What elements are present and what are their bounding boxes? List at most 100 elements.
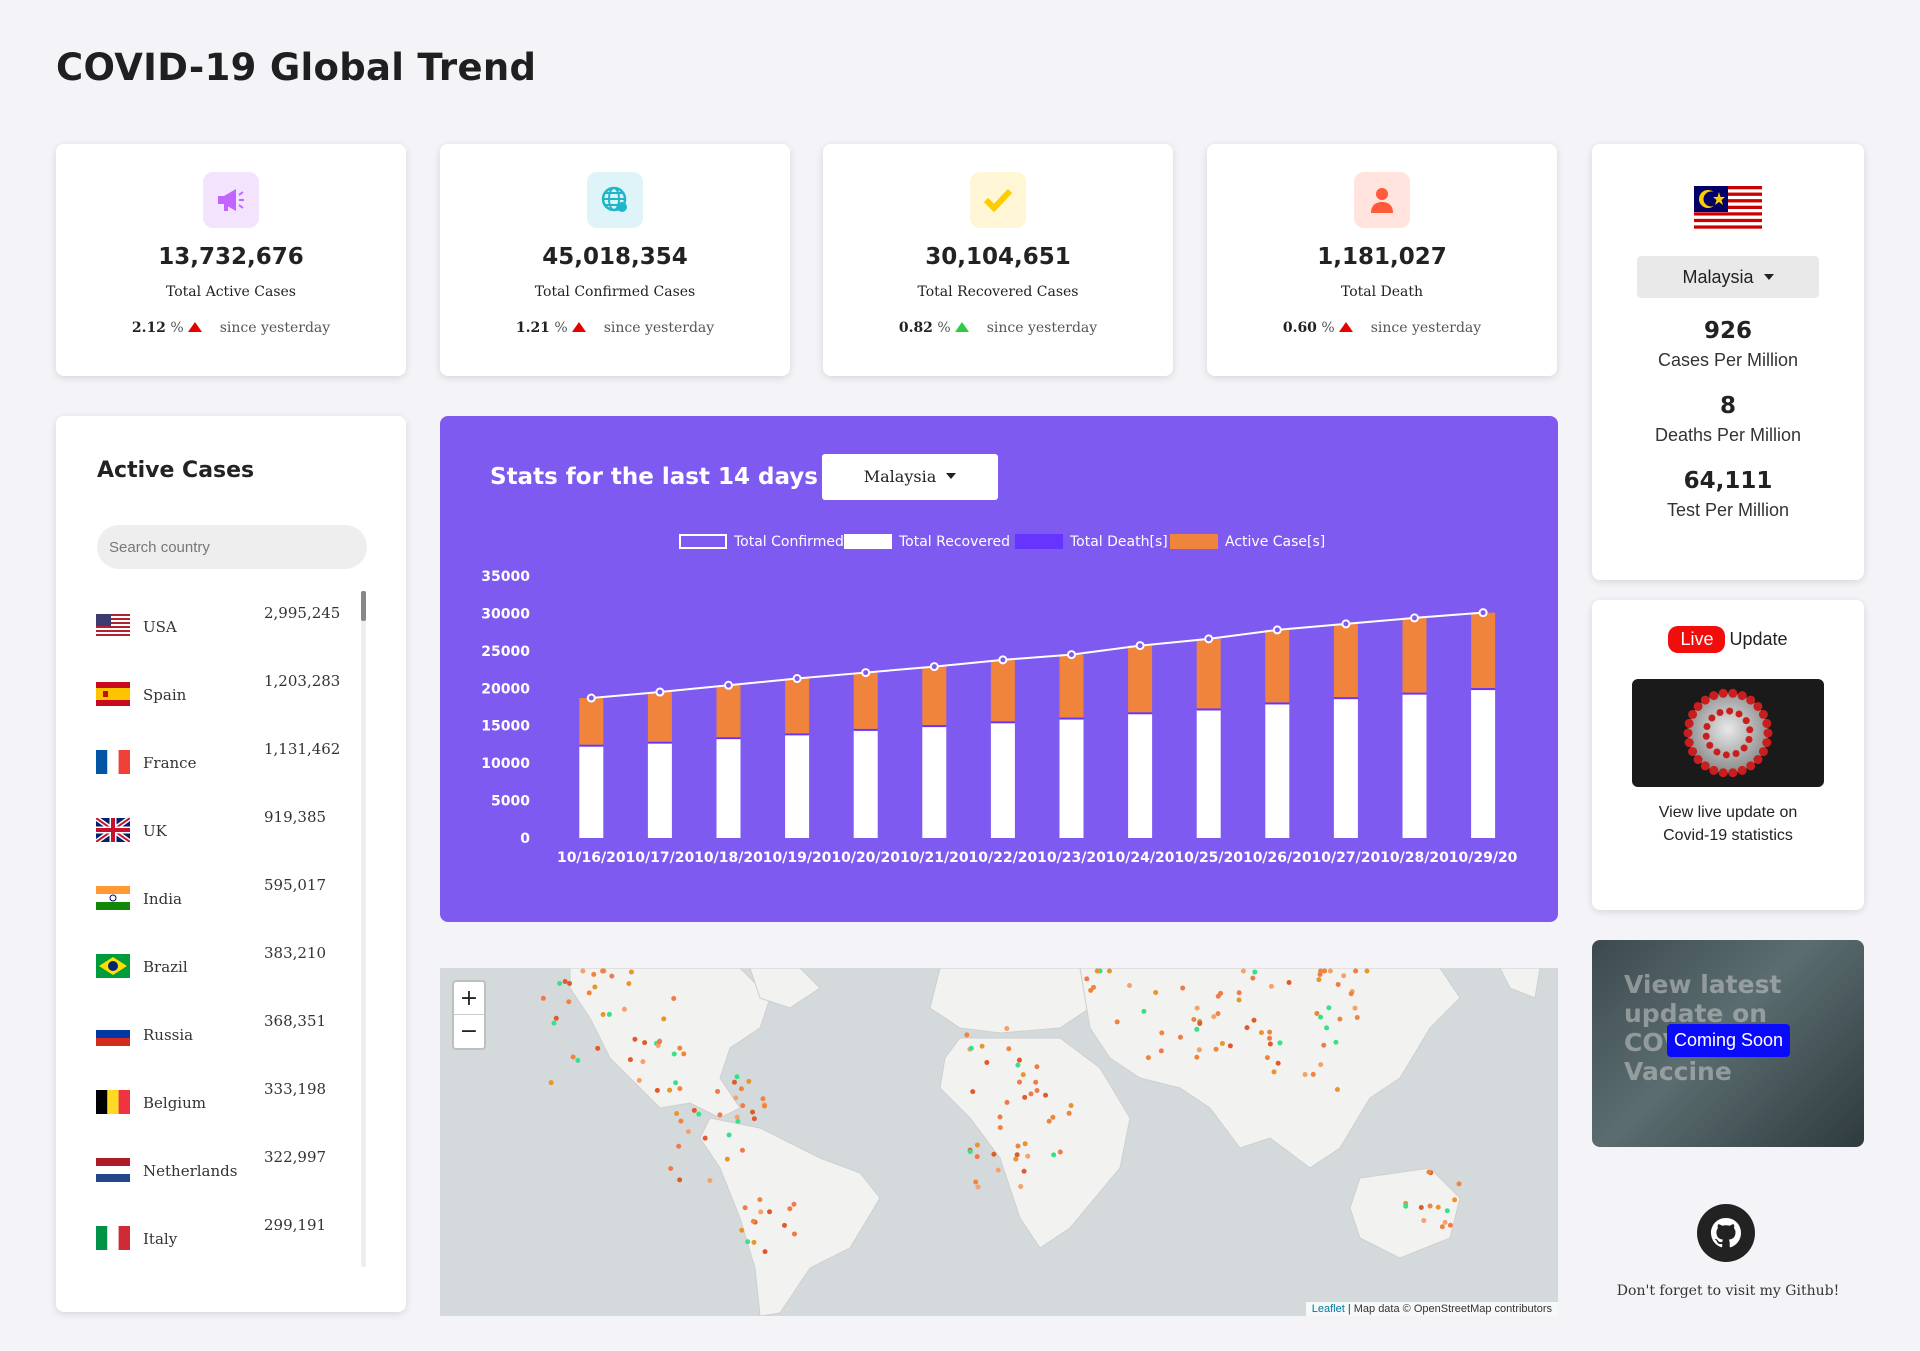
world-map[interactable]: + − Leaflet | Map data © OpenStreetMap c…: [440, 968, 1558, 1316]
map-marker[interactable]: [1439, 1224, 1445, 1230]
map-marker[interactable]: [1427, 1203, 1433, 1209]
map-marker[interactable]: [557, 981, 563, 987]
map-marker[interactable]: [1213, 1046, 1219, 1052]
map-marker[interactable]: [1252, 969, 1258, 975]
map-marker[interactable]: [1334, 1086, 1340, 1092]
world-map-canvas[interactable]: [440, 968, 1558, 1316]
map-marker[interactable]: [973, 1179, 979, 1185]
map-marker[interactable]: [979, 1043, 985, 1049]
map-marker[interactable]: [677, 1086, 683, 1092]
map-marker[interactable]: [1403, 1203, 1409, 1209]
map-marker[interactable]: [1271, 1069, 1277, 1075]
map-marker[interactable]: [1316, 977, 1322, 983]
map-marker[interactable]: [667, 1087, 673, 1093]
chart-country-dropdown[interactable]: Malaysia: [822, 454, 998, 500]
map-marker[interactable]: [1066, 1110, 1072, 1116]
map-marker[interactable]: [750, 1218, 756, 1224]
map-marker[interactable]: [997, 1114, 1003, 1120]
map-marker[interactable]: [1034, 1088, 1040, 1094]
map-marker[interactable]: [1211, 1014, 1217, 1020]
map-marker[interactable]: [1015, 1062, 1021, 1068]
map-marker[interactable]: [739, 1227, 745, 1233]
map-marker[interactable]: [642, 1040, 648, 1046]
map-marker[interactable]: [567, 980, 573, 986]
map-marker[interactable]: [570, 1054, 576, 1060]
map-marker[interactable]: [970, 1089, 976, 1095]
map-marker[interactable]: [731, 1079, 737, 1085]
map-marker[interactable]: [1267, 1035, 1273, 1041]
scrollbar-thumb[interactable]: [361, 591, 366, 621]
map-marker[interactable]: [781, 1222, 787, 1228]
map-marker[interactable]: [632, 1036, 638, 1042]
map-marker[interactable]: [591, 971, 597, 977]
map-marker[interactable]: [787, 1206, 793, 1212]
map-marker[interactable]: [592, 984, 598, 990]
map-marker[interactable]: [1421, 1217, 1427, 1223]
list-item[interactable]: UK 919,385: [96, 798, 336, 866]
map-marker[interactable]: [1318, 1062, 1324, 1068]
map-marker[interactable]: [606, 1011, 612, 1017]
map-marker[interactable]: [1196, 1047, 1202, 1053]
map-marker[interactable]: [1028, 1091, 1034, 1097]
map-marker[interactable]: [562, 979, 568, 985]
github-icon[interactable]: [1697, 1204, 1755, 1262]
map-marker[interactable]: [1057, 1149, 1063, 1155]
list-item[interactable]: Russia 368,351: [96, 1002, 336, 1070]
map-marker[interactable]: [1244, 1025, 1250, 1031]
map-marker[interactable]: [1016, 1057, 1022, 1063]
list-scrollbar[interactable]: [361, 591, 366, 1267]
list-item[interactable]: India 595,017: [96, 866, 336, 934]
map-marker[interactable]: [1310, 1071, 1316, 1077]
list-item[interactable]: Belgium 333,198: [96, 1070, 336, 1138]
map-marker[interactable]: [1004, 1099, 1010, 1105]
map-marker[interactable]: [1335, 981, 1341, 987]
map-marker[interactable]: [1218, 990, 1224, 996]
map-marker[interactable]: [595, 1045, 601, 1051]
map-marker[interactable]: [551, 1020, 557, 1026]
map-marker[interactable]: [746, 1078, 752, 1084]
map-marker[interactable]: [1194, 1026, 1200, 1032]
map-marker[interactable]: [609, 973, 615, 979]
map-marker[interactable]: [1153, 989, 1159, 995]
map-marker[interactable]: [1452, 1197, 1458, 1203]
map-marker[interactable]: [757, 1197, 763, 1203]
map-marker[interactable]: [621, 1006, 627, 1012]
search-country-input[interactable]: [97, 525, 367, 569]
map-marker[interactable]: [1106, 968, 1112, 974]
map-marker[interactable]: [1442, 1219, 1448, 1225]
map-marker[interactable]: [715, 1088, 721, 1094]
map-marker[interactable]: [1352, 1005, 1358, 1011]
map-marker[interactable]: [1264, 1055, 1270, 1061]
map-marker[interactable]: [640, 1059, 646, 1065]
zoom-in-button[interactable]: +: [454, 982, 484, 1015]
map-marker[interactable]: [671, 1051, 677, 1057]
map-marker[interactable]: [742, 1205, 748, 1211]
map-marker[interactable]: [1258, 1030, 1264, 1036]
map-marker[interactable]: [1267, 1041, 1273, 1047]
map-marker[interactable]: [1286, 980, 1292, 986]
map-marker[interactable]: [668, 1166, 674, 1172]
map-marker[interactable]: [739, 1147, 745, 1153]
map-marker[interactable]: [1341, 973, 1347, 979]
map-marker[interactable]: [580, 968, 586, 974]
map-marker[interactable]: [1016, 1079, 1022, 1085]
map-marker[interactable]: [726, 1132, 732, 1138]
map-marker[interactable]: [702, 1135, 708, 1141]
virus-image[interactable]: [1632, 679, 1824, 787]
map-marker[interactable]: [1141, 1008, 1147, 1014]
country-dropdown[interactable]: Malaysia: [1637, 256, 1819, 298]
map-marker[interactable]: [750, 1109, 756, 1115]
map-marker[interactable]: [1034, 1064, 1040, 1070]
map-marker[interactable]: [1327, 968, 1333, 974]
map-marker[interactable]: [707, 1178, 713, 1184]
map-marker[interactable]: [1197, 1020, 1203, 1026]
map-marker[interactable]: [1013, 1156, 1019, 1162]
map-marker[interactable]: [745, 1239, 751, 1245]
list-item[interactable]: Italy 299,191: [96, 1206, 336, 1274]
map-marker[interactable]: [791, 1231, 797, 1237]
map-marker[interactable]: [566, 999, 572, 1005]
map-marker[interactable]: [997, 1125, 1003, 1131]
map-marker[interactable]: [677, 1177, 683, 1183]
map-marker[interactable]: [1004, 1026, 1010, 1032]
map-marker[interactable]: [1159, 1030, 1165, 1036]
